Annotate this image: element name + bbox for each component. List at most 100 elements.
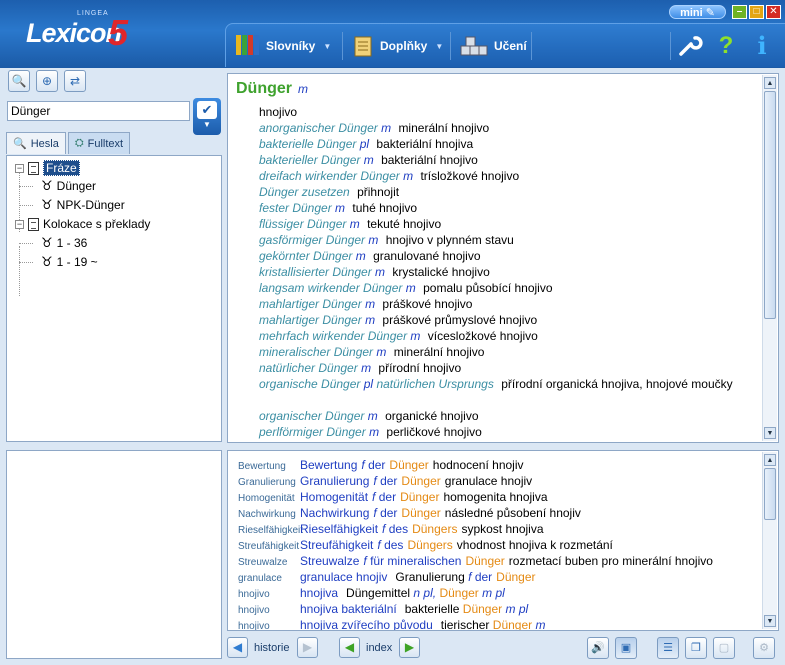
grammar-tag: f [361, 458, 365, 472]
german-phrase: gekörnter Dünger [259, 249, 353, 263]
result-headword[interactable]: Homogenität [300, 490, 368, 504]
entry-lines: hnojivo anorganischer Dünger m minerální… [259, 104, 759, 440]
scroll-up-icon[interactable]: ▲ [764, 77, 776, 89]
result-row[interactable]: Nachwirkung Nachwirkung f der Dünger následn… [238, 505, 763, 521]
grammar-tag: f [377, 538, 381, 552]
entry-phrase-row[interactable]: mehrfach wirkender Dünger m vícesložkové… [259, 328, 759, 344]
german-phrase: bakterielle Dünger [259, 137, 357, 151]
search-icon[interactable]: 🔍 [8, 70, 30, 92]
close-button[interactable]: ✕ [766, 5, 781, 19]
entry-phrase-row[interactable]: Dünger zusetzen přihnojit [259, 184, 759, 200]
entry-scrollbar[interactable]: ▲ ▼ [762, 75, 777, 441]
entry-phrase-row[interactable]: gekörnter Dünger m granulované hnojivo [259, 248, 759, 264]
result-row[interactable]: Homogenität Homogenität f der Dünger homogen… [238, 489, 763, 505]
tree-item-range-1[interactable]: ♉ 1 - 36 [41, 234, 87, 252]
result-translation: homogenita hnojiva [443, 490, 548, 504]
tab-hesla-label: Hesla [30, 137, 59, 150]
history-back-arrow-icon[interactable]: ◀ [227, 637, 248, 658]
copy-view-icon[interactable]: ❐ [685, 637, 707, 659]
tree-node-fraze[interactable]: − Fráze [15, 159, 80, 177]
grammar-tag: m pl [505, 602, 529, 616]
result-row[interactable]: granulace granulace hnojiv Granulierung f … [238, 569, 763, 585]
tree-item-dunger[interactable]: ♉ Dünger [41, 177, 96, 195]
result-context: des [388, 522, 409, 536]
help-icon[interactable]: ? [712, 32, 740, 60]
entry-phrase-row[interactable]: anorganischer Dünger m minerální hnojivo [259, 120, 759, 136]
settings-icon[interactable]: ⚙ [753, 637, 775, 659]
result-headword[interactable]: hnojiva bakteriální [300, 602, 397, 616]
result-headword[interactable]: hnojiva zvířecího původu [300, 618, 433, 630]
tab-hesla[interactable]: 🔍 Hesla [6, 132, 66, 154]
wrench-icon[interactable] [676, 32, 704, 60]
tree-item-label: NPK-Dünger [56, 198, 125, 212]
highlighted-match: Dünger [492, 618, 533, 631]
speaker-icon[interactable]: 🔊 [587, 637, 609, 659]
search-input[interactable] [7, 101, 190, 121]
entry-phrase-row[interactable]: organischer Dünger m organické hnojivo [259, 408, 759, 424]
highlighted-match: Dünger [496, 570, 536, 584]
menu-uceni[interactable]: Učení [460, 33, 527, 59]
entry-phrase-row[interactable]: fester Dünger m tuhé hnojivo [259, 200, 759, 216]
result-row[interactable]: hnojivo hnojiva Düngemittel n pl, Dünger m… [238, 585, 763, 601]
menu-doplnky[interactable]: Doplňky ▼ [352, 33, 443, 59]
result-headword[interactable]: Bewertung [300, 458, 357, 472]
result-row[interactable]: Bewertung Bewertung f der Dünger hodnocení h… [238, 457, 763, 473]
scroll-thumb[interactable] [764, 468, 776, 520]
info-icon[interactable]: i [748, 32, 776, 60]
entry-phrase-row[interactable]: gasförmiger Dünger m hnojivo v plynném s… [259, 232, 759, 248]
result-headword[interactable]: Granulierung [300, 474, 369, 488]
entry-phrase-row[interactable]: organische Dünger pl natürlichen Ursprun… [259, 376, 759, 408]
entry-phrase-row[interactable]: mineralischer Dünger m minerální hnojivo [259, 344, 759, 360]
result-row[interactable]: RieselfähigkeitRieselfähigkeit f des Dünge… [238, 521, 763, 537]
scroll-thumb[interactable] [764, 91, 776, 319]
scroll-down-icon[interactable]: ▼ [764, 615, 776, 627]
result-headword[interactable]: granulace hnojiv [300, 570, 387, 584]
minimize-button[interactable]: – [732, 5, 747, 19]
scroll-down-icon[interactable]: ▼ [764, 427, 776, 439]
zoom-plus-icon[interactable]: ⊕ [36, 70, 58, 92]
result-row[interactable]: hnojivo hnojiva bakteriální bakterielle Dü… [238, 601, 763, 617]
result-row[interactable]: Streuwalze Streuwalze f für mineralischen D… [238, 553, 763, 569]
entry-phrase-row[interactable]: bakterieller Dünger m bakteriální hnojiv… [259, 152, 759, 168]
entry-phrase-row[interactable]: dreifach wirkender Dünger m trísložkové … [259, 168, 759, 184]
entry-phrase-row[interactable]: bakterielle Dünger pl bakteriální hnojiv… [259, 136, 759, 152]
entry-phrase-row[interactable]: mahlartiger Dünger m práškové hnojivo [259, 296, 759, 312]
entry-phrase-row[interactable]: natürlicher Dünger m přírodní hnojivo [259, 360, 759, 376]
collapse-icon[interactable]: − [15, 219, 24, 229]
entry-phrase-row[interactable]: flüssiger Dünger m tekuté hnojivo [259, 216, 759, 232]
result-headword[interactable]: Nachwirkung [300, 506, 369, 520]
menu-slovniky-label: Slovníky [266, 39, 316, 53]
tree-item-npk-dunger[interactable]: ♉ NPK-Dünger [41, 196, 125, 214]
result-headword[interactable]: Rieselfähigkeit [300, 522, 378, 536]
entry-phrase-row[interactable]: langsam wirkender Dünger m pomalu působí… [259, 280, 759, 296]
swap-language-icon[interactable]: ⇄ [64, 70, 86, 92]
layout-toggle-icon[interactable]: ▣ [615, 637, 637, 659]
result-headword[interactable]: Streuwalze [300, 554, 359, 568]
text-view-icon[interactable]: ☰ [657, 637, 679, 659]
maximize-button[interactable]: □ [749, 5, 764, 19]
result-row[interactable]: hnojivo hnojiva zvířecího původu tierische… [238, 617, 763, 631]
tab-fulltext[interactable]: ⛭ Fulltext [67, 132, 131, 154]
search-submit-button[interactable]: ✔ ▼ [193, 98, 221, 135]
result-headword[interactable]: hnojiva [300, 586, 338, 600]
results-scrollbar[interactable]: ▲ ▼ [762, 452, 777, 629]
tab-fulltext-label: Fulltext [87, 137, 124, 150]
grammar-tag: f [363, 554, 367, 568]
result-row[interactable]: Granulierung Granulierung f der Dünger granu… [238, 473, 763, 489]
entry-phrase-row[interactable]: kristallisierter Dünger m krystalické hn… [259, 264, 759, 280]
result-translation: Düngemittel [346, 586, 411, 600]
tree-node-kolokace[interactable]: − Kolokace s překlady [15, 215, 150, 233]
collapse-icon[interactable]: − [15, 163, 24, 173]
index-back-arrow-icon[interactable]: ◀ [339, 637, 360, 658]
print-view-icon[interactable]: ▢ [713, 637, 735, 659]
mini-mode-button[interactable]: mini ✎ [669, 5, 726, 19]
entry-phrase-row[interactable]: mahlartiger Dünger m práškové průmyslové… [259, 312, 759, 328]
scroll-up-icon[interactable]: ▲ [764, 454, 776, 466]
tree-item-range-2[interactable]: ♉ 1 - 19 ~ [41, 253, 98, 271]
menu-slovniky[interactable]: Slovníky ▼ [236, 33, 331, 59]
history-forward-arrow-icon[interactable]: ▶ [297, 637, 318, 658]
result-headword[interactable]: Streufähigkeit [300, 538, 373, 552]
index-forward-arrow-icon[interactable]: ▶ [399, 637, 420, 658]
result-row[interactable]: StreufähigkeitStreufähigkeit f des Düngers… [238, 537, 763, 553]
entry-phrase-row[interactable]: perlförmiger Dünger m perličkové hnojivo [259, 424, 759, 440]
